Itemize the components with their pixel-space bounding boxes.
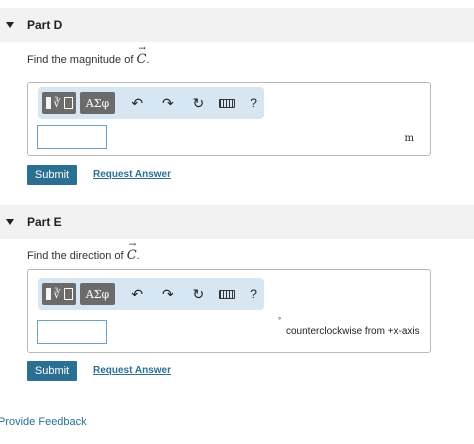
help-button[interactable]: ? [243, 92, 264, 114]
collapse-caret-icon[interactable] [6, 22, 14, 28]
part-e-prompt: Find the direction of C. [27, 240, 140, 263]
radical-icon: ∛ [53, 96, 61, 110]
provide-feedback-link[interactable]: Provide Feedback [0, 416, 87, 428]
templates-button[interactable]: ∛ [42, 92, 77, 114]
part-d-title: Part D [27, 18, 63, 32]
direction-input[interactable] [37, 320, 107, 344]
part-d-submit-button[interactable]: Submit [27, 165, 77, 185]
part-e-submit-button[interactable]: Submit [27, 361, 77, 381]
template-block-icon [45, 288, 51, 300]
template-block-icon [45, 97, 51, 109]
unit-label: counterclockwise from +x-axis [286, 326, 420, 337]
part-d-request-answer-link[interactable]: Request Answer [93, 169, 171, 180]
part-e-prompt-text: Find the direction of [27, 250, 124, 262]
part-e-title: Part E [27, 215, 62, 229]
magnitude-input[interactable] [37, 125, 107, 149]
help-button[interactable]: ? [243, 283, 264, 305]
greek-symbols-button[interactable]: ΑΣφ [80, 283, 115, 305]
part-d-header[interactable]: Part D [0, 8, 474, 42]
redo-icon[interactable]: ↷ [156, 92, 181, 114]
templates-button[interactable]: ∛ [42, 283, 77, 305]
keyboard-icon[interactable] [215, 92, 240, 114]
template-box-icon [63, 97, 73, 109]
template-box-icon [63, 288, 73, 300]
part-d-prompt-text: Find the magnitude of [27, 54, 134, 66]
vector-c-symbol: C [127, 240, 137, 263]
part-e-answer-box: ∛ ΑΣφ ↶ ↷ ↻ ? ° counterclockwise from +x… [27, 269, 431, 353]
part-d-prompt: Find the magnitude of C. [27, 44, 149, 67]
math-toolbar: ∛ ΑΣφ ↶ ↷ ↻ ? [38, 87, 264, 119]
part-e-header[interactable]: Part E [0, 205, 474, 239]
vector-c-symbol: C [136, 44, 146, 67]
redo-icon[interactable]: ↷ [156, 283, 181, 305]
radical-icon: ∛ [53, 287, 61, 301]
reset-icon[interactable]: ↻ [186, 92, 211, 114]
collapse-caret-icon[interactable] [6, 219, 14, 225]
math-toolbar: ∛ ΑΣφ ↶ ↷ ↻ ? [38, 278, 264, 310]
undo-icon[interactable]: ↶ [125, 283, 150, 305]
undo-icon[interactable]: ↶ [125, 92, 150, 114]
part-e-request-answer-link[interactable]: Request Answer [93, 365, 171, 376]
degree-symbol: ° [278, 316, 282, 325]
keyboard-icon[interactable] [215, 283, 240, 305]
part-d-answer-box: ∛ ΑΣφ ↶ ↷ ↻ ? m [27, 82, 431, 156]
greek-symbols-button[interactable]: ΑΣφ [80, 92, 115, 114]
unit-label: m [404, 133, 414, 144]
reset-icon[interactable]: ↻ [186, 283, 211, 305]
